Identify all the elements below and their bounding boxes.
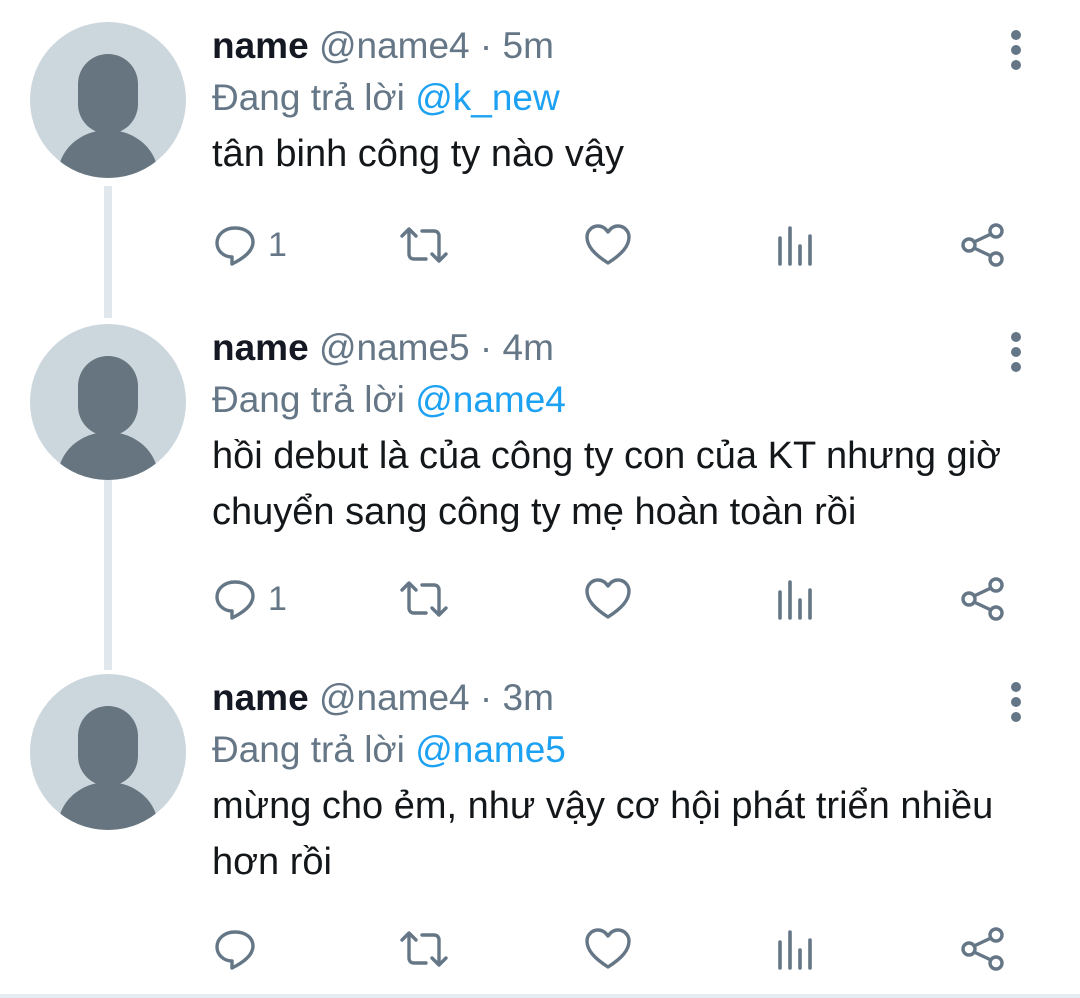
user-handle[interactable]: @name5 (319, 327, 470, 368)
analytics-icon (778, 580, 812, 620)
display-name[interactable]: name (212, 25, 309, 66)
replying-prefix: Đang trả lời (212, 379, 405, 420)
reply-count: 1 (268, 579, 287, 618)
retweet-icon (400, 227, 448, 263)
user-handle[interactable]: @name4 (319, 25, 470, 66)
reply-button[interactable]: 1 (212, 220, 287, 270)
more-vertical-icon[interactable] (1004, 30, 1028, 70)
like-button[interactable] (584, 220, 632, 270)
more-vertical-icon[interactable] (1004, 332, 1028, 372)
heart-icon (585, 578, 631, 619)
reply-icon (215, 580, 255, 620)
retweet-button[interactable] (398, 220, 450, 270)
share-icon (961, 927, 1004, 971)
tweet-header: name @name4 · 3m (212, 674, 554, 722)
mention-link[interactable]: @name4 (415, 379, 566, 420)
share-icon (961, 223, 1004, 267)
share-button[interactable] (960, 220, 1006, 270)
share-button[interactable] (960, 924, 1006, 974)
tweet-text: tân binh công ty nào vậy (212, 133, 624, 175)
divider (0, 994, 1080, 998)
tweet-text: mừng cho ẻm, như vậy cơ hội phát triển n… (212, 785, 994, 883)
retweet-icon (400, 581, 448, 617)
reply-button[interactable]: 1 (212, 574, 287, 624)
analytics-button[interactable] (774, 574, 816, 624)
like-button[interactable] (584, 924, 632, 974)
display-name[interactable]: name (212, 677, 309, 718)
retweet-button[interactable] (398, 574, 450, 624)
replying-prefix: Đang trả lời (212, 729, 405, 770)
tweet-actions: 1 (212, 220, 1032, 270)
thread-connector-line (104, 186, 112, 318)
timestamp[interactable]: 4m (503, 327, 554, 368)
reply-count: 1 (268, 225, 287, 264)
analytics-icon (778, 930, 812, 970)
reply-button[interactable] (212, 924, 268, 974)
share-button[interactable] (960, 574, 1006, 624)
heart-icon (585, 224, 631, 265)
analytics-icon (778, 226, 812, 266)
replying-to: Đang trả lời @k_new (212, 74, 560, 122)
replying-to: Đang trả lời @name5 (212, 726, 566, 774)
heart-icon (585, 928, 631, 969)
tweet-header: name @name5 · 4m (212, 324, 554, 372)
mention-link[interactable]: @k_new (415, 77, 560, 118)
tweet-actions: 1 (212, 574, 1032, 624)
timestamp[interactable]: 3m (503, 677, 554, 718)
replying-to: Đang trả lời @name4 (212, 376, 566, 424)
share-icon (961, 577, 1004, 621)
thread-connector-line (104, 478, 112, 670)
avatar[interactable] (30, 22, 186, 178)
user-handle[interactable]: @name4 (319, 677, 470, 718)
reply-icon (215, 226, 255, 266)
separator-dot: · (479, 25, 493, 66)
tweet-actions (212, 924, 1032, 974)
mention-link[interactable]: @name5 (415, 729, 566, 770)
timestamp[interactable]: 5m (503, 25, 554, 66)
separator-dot: · (479, 327, 493, 368)
tweet-header: name @name4 · 5m (212, 22, 554, 70)
replying-prefix: Đang trả lời (212, 77, 405, 118)
avatar[interactable] (30, 674, 186, 830)
tweet-text: hồi debut là của công ty con của KT nhưn… (212, 435, 1002, 533)
retweet-button[interactable] (398, 924, 450, 974)
avatar[interactable] (30, 324, 186, 480)
reply-icon (215, 930, 255, 970)
display-name[interactable]: name (212, 327, 309, 368)
retweet-icon (400, 931, 448, 967)
analytics-button[interactable] (774, 924, 816, 974)
conversation-thread: name @name4 · 5m Đang trả lời @k_new tân… (0, 0, 1080, 998)
like-button[interactable] (584, 574, 632, 624)
analytics-button[interactable] (774, 220, 816, 270)
more-vertical-icon[interactable] (1004, 682, 1028, 722)
separator-dot: · (479, 677, 493, 718)
